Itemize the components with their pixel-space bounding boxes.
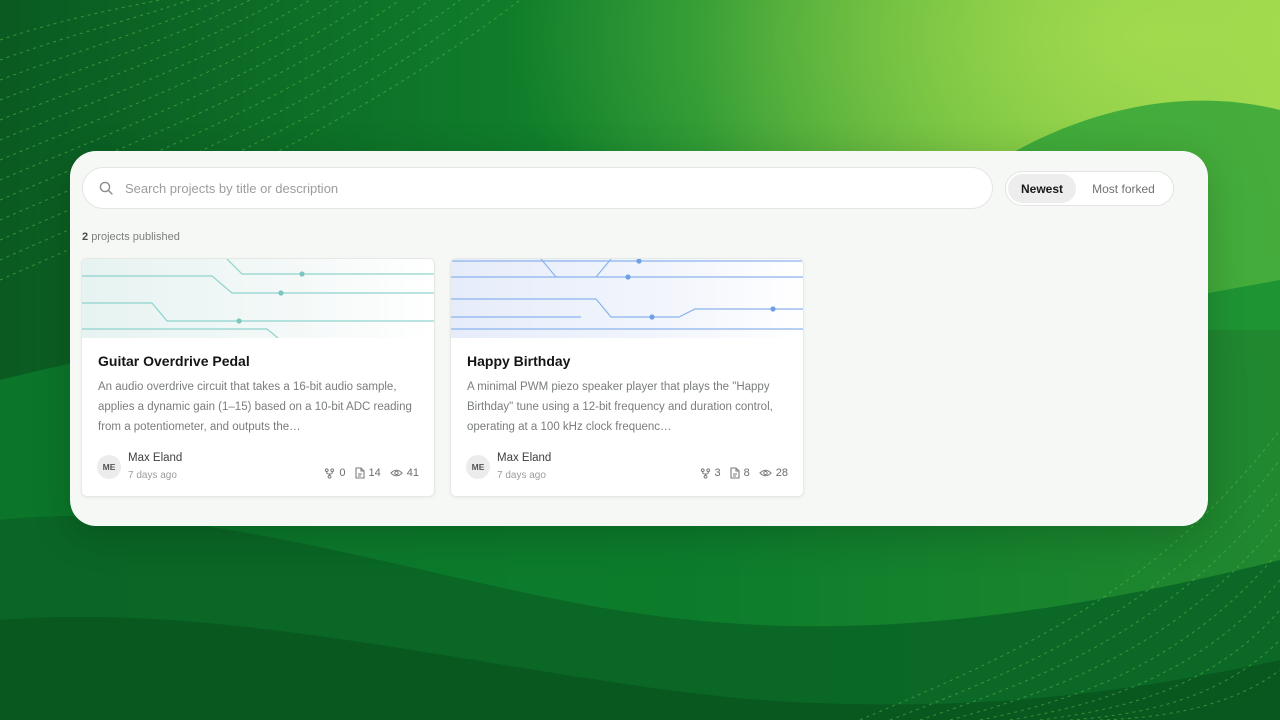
sort-most-forked-button[interactable]: Most forked	[1076, 174, 1171, 203]
project-thumbnail	[451, 259, 803, 338]
files-count: 8	[743, 467, 750, 479]
project-stats: 0 14 41	[324, 467, 419, 479]
files-stat: 8	[730, 467, 750, 479]
projects-panel: Newest Most forked 2 projects published	[70, 151, 1208, 526]
projects-count-label: projects published	[91, 231, 180, 243]
published-time: 7 days ago	[497, 470, 546, 481]
projects-count-number: 2	[82, 231, 89, 243]
project-description: An audio overdrive circuit that takes a …	[98, 381, 412, 433]
file-icon	[730, 467, 740, 479]
avatar: ME	[466, 455, 490, 479]
search-bar[interactable]	[82, 167, 993, 209]
projects-count: 2 projects published	[82, 231, 180, 243]
search-input[interactable]	[125, 180, 945, 196]
search-icon	[98, 180, 114, 196]
views-stat: 41	[389, 467, 419, 479]
fork-icon	[700, 467, 711, 479]
views-stat: 28	[758, 467, 788, 479]
file-icon	[354, 467, 365, 479]
views-count: 28	[775, 467, 788, 479]
project-card[interactable]: Happy Birthday A minimal PWM piezo speak…	[450, 258, 804, 497]
published-time: 7 days ago	[128, 470, 177, 481]
sort-newest-button[interactable]: Newest	[1008, 174, 1076, 203]
forks-count: 0	[339, 467, 346, 479]
project-stats: 3 8 28	[700, 467, 788, 479]
forks-stat: 3	[700, 467, 721, 479]
author-name[interactable]: Max Eland	[128, 452, 182, 464]
forks-count: 3	[714, 467, 721, 479]
project-description: A minimal PWM piezo speaker player that …	[467, 381, 773, 433]
avatar: ME	[97, 455, 121, 479]
author-name[interactable]: Max Eland	[497, 452, 551, 464]
project-thumbnail	[82, 259, 434, 338]
fork-icon	[324, 467, 335, 479]
files-count: 14	[368, 467, 381, 479]
sort-toggle: Newest Most forked	[1005, 171, 1174, 206]
eye-icon	[389, 468, 403, 478]
forks-stat: 0	[324, 467, 346, 479]
files-stat: 14	[354, 467, 381, 479]
project-title[interactable]: Happy Birthday	[467, 353, 570, 369]
project-card[interactable]: Guitar Overdrive Pedal An audio overdriv…	[81, 258, 435, 497]
views-count: 41	[406, 467, 419, 479]
project-title[interactable]: Guitar Overdrive Pedal	[98, 353, 250, 369]
eye-icon	[758, 468, 772, 478]
